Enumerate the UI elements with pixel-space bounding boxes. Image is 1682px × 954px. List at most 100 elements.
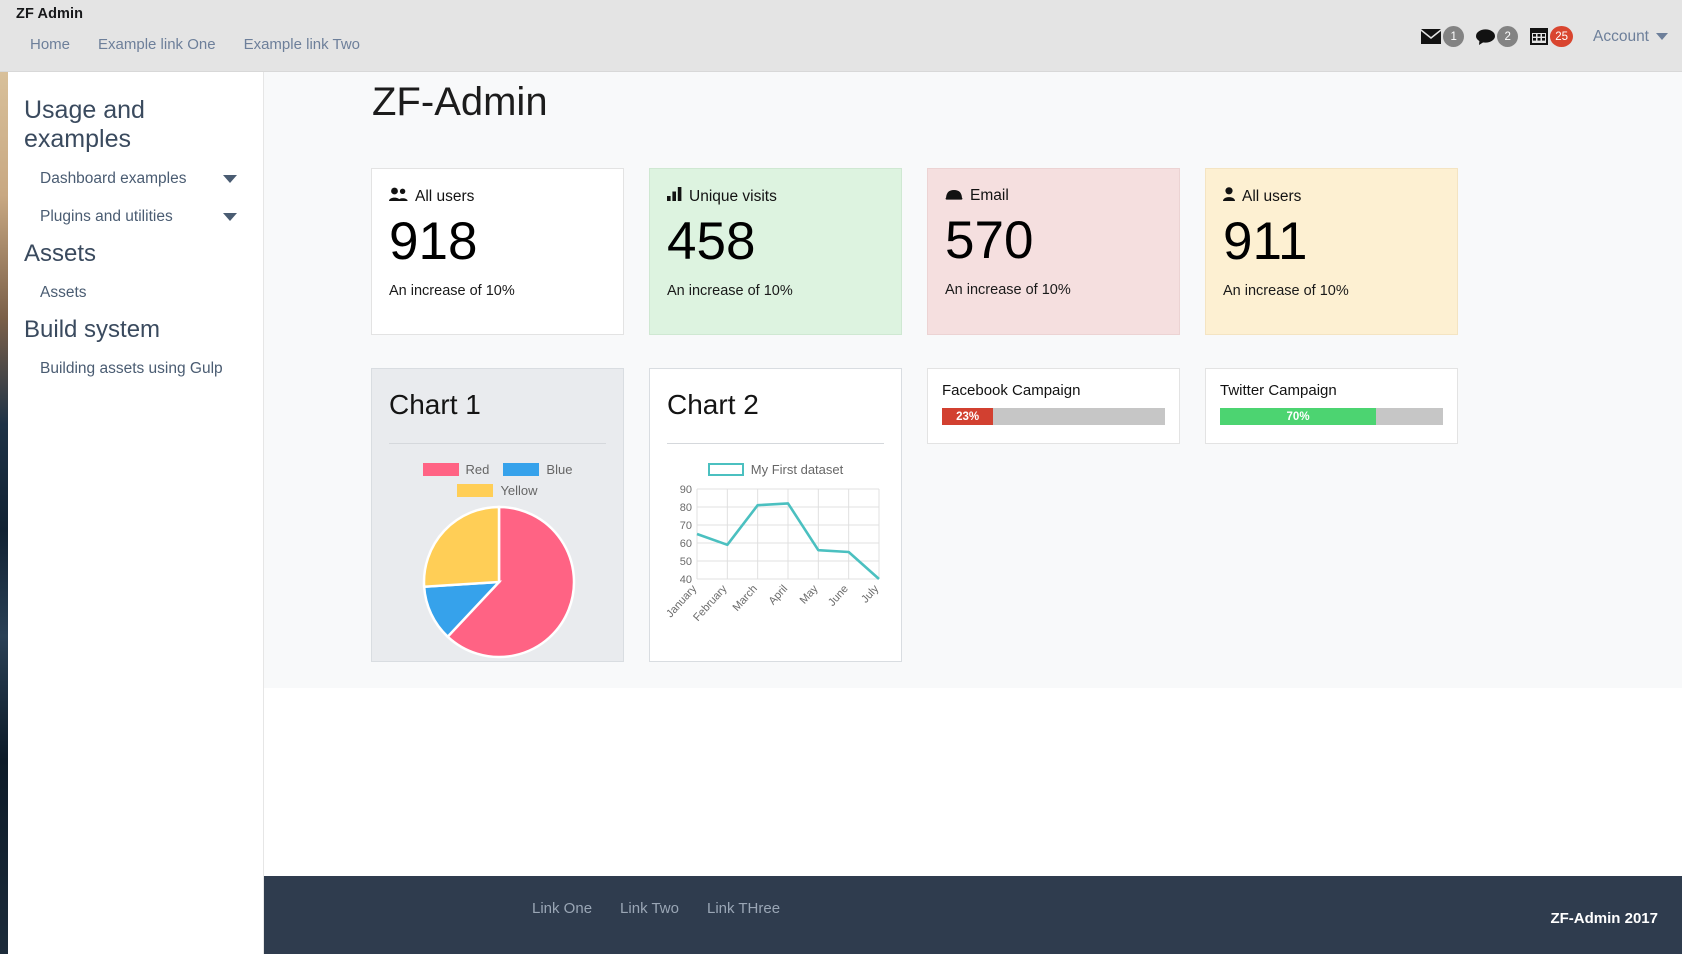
footer-links: Link One Link Two Link THree — [518, 894, 794, 923]
stat-card-title: All users — [1242, 187, 1302, 205]
sidebar-item-building-assets-gulp[interactable]: Building assets using Gulp — [8, 350, 263, 388]
top-navbar: ZF Admin Home Example link One Example l… — [0, 0, 1682, 72]
envelope-icon — [945, 187, 963, 205]
divider — [667, 443, 884, 444]
legend-item[interactable]: Yellow — [457, 483, 538, 498]
stat-card-unique-visits[interactable]: Unique visits 458 An increase of 10% — [649, 168, 902, 335]
users-icon — [389, 187, 408, 206]
nav-link-example-one[interactable]: Example link One — [84, 30, 230, 59]
left-accent-strip — [0, 72, 8, 954]
chart-1-title: Chart 1 — [389, 389, 481, 420]
stat-card-value: 911 — [1223, 212, 1308, 271]
stat-card-header: All users — [1223, 187, 1440, 206]
x-axis-tick: July — [859, 583, 881, 606]
x-axis-tick: June — [826, 583, 851, 609]
legend-label: Red — [465, 462, 490, 477]
nav-link-home[interactable]: Home — [16, 30, 84, 59]
footer: Link One Link Two Link THree ZF-Admin 20… — [264, 876, 1682, 954]
legend-label: Blue — [546, 462, 573, 477]
stat-card-header: Email — [945, 187, 1162, 205]
legend-swatch-yellow — [457, 484, 494, 497]
account-label: Account — [1592, 27, 1649, 45]
legend-label: My First dataset — [750, 462, 844, 477]
nav-link-example-two[interactable]: Example link Two — [230, 30, 374, 59]
sidebar-item-plugins-utilities[interactable]: Plugins and utilities — [8, 198, 263, 236]
page-title: ZF-Admin — [372, 80, 548, 124]
comments-indicator[interactable]: 2 — [1476, 26, 1519, 47]
chevron-down-icon — [223, 175, 237, 183]
pie-chart-canvas[interactable] — [389, 504, 609, 664]
navbar-right: 1 2 25 Account — [1421, 26, 1668, 47]
chart-2-title: Chart 2 — [667, 389, 759, 420]
bar-chart-icon — [667, 187, 682, 206]
stat-cards-row: All users 918 An increase of 10% Unique … — [371, 168, 1458, 335]
messages-indicator[interactable]: 1 — [1421, 26, 1465, 47]
campaign-cards-group-2: Twitter Campaign 70% — [1205, 368, 1458, 662]
sidebar-item-assets[interactable]: Assets — [8, 274, 263, 312]
chart-2-legend: My First dataset — [667, 462, 884, 477]
y-axis-tick: 70 — [680, 520, 692, 532]
stat-card-value: 918 — [389, 212, 478, 271]
footer-link-three[interactable]: Link THree — [693, 894, 794, 923]
legend-item[interactable]: Blue — [503, 462, 572, 477]
footer-copyright: ZF-Admin 2017 — [1550, 910, 1658, 927]
chart-card-1: Chart 1 Red Blue Yellow — [371, 368, 624, 662]
legend-label: Yellow — [500, 483, 538, 498]
divider — [389, 443, 606, 444]
footer-link-two[interactable]: Link Two — [606, 894, 693, 923]
campaign-card-facebook[interactable]: Facebook Campaign 23% — [927, 368, 1180, 444]
sidebar-item-dashboard-examples[interactable]: Dashboard examples — [8, 160, 263, 198]
sidebar-heading-assets: Assets — [24, 240, 97, 267]
stat-card-email[interactable]: Email 570 An increase of 10% — [927, 168, 1180, 335]
progress-label: 70% — [1286, 410, 1310, 423]
chevron-down-icon — [223, 213, 237, 221]
progress-bar-facebook: 23% — [942, 408, 994, 425]
mail-icon — [1421, 29, 1442, 44]
calendar-indicator[interactable]: 25 — [1530, 26, 1573, 47]
mail-badge: 1 — [1443, 26, 1465, 47]
sidebar-heading-build-system: Build system — [24, 316, 161, 343]
line-chart-canvas[interactable]: 405060708090JanuaryFebruary March April May… — [667, 481, 889, 651]
x-axis-tick: April — [767, 583, 791, 607]
x-axis-tick: May — [798, 583, 821, 607]
stat-card-all-users-secondary[interactable]: All users 911 An increase of 10% — [1205, 168, 1458, 335]
legend-swatch-red — [422, 463, 459, 476]
charts-row: Chart 1 Red Blue Yellow Chart 2 My First… — [371, 368, 1458, 662]
brand-title: ZF Admin — [16, 6, 84, 22]
sidebar-item-label: Plugins and utilities — [40, 208, 173, 225]
stat-card-title: Unique visits — [689, 187, 777, 205]
campaign-card-twitter[interactable]: Twitter Campaign 70% — [1205, 368, 1458, 444]
user-icon — [1223, 187, 1235, 206]
primary-nav: Home Example link One Example link Two — [16, 30, 374, 59]
dashboard-page: ZF Admin Home Example link One Example l… — [0, 0, 1682, 954]
y-axis-tick: 90 — [680, 484, 692, 496]
account-menu[interactable]: Account — [1593, 28, 1668, 46]
legend-item[interactable]: My First dataset — [707, 462, 844, 477]
stat-card-subtitle: An increase of 10% — [667, 282, 793, 299]
campaign-title: Facebook Campaign — [942, 382, 1081, 399]
chart-card-2: Chart 2 My First dataset 40 50 60 70 80 90 Jan… — [649, 368, 902, 662]
stat-card-title: All users — [415, 187, 475, 205]
campaign-title: Twitter Campaign — [1220, 382, 1337, 399]
chevron-down-icon — [1656, 33, 1668, 40]
sidebar: Usage and examples Dashboard examples Pl… — [8, 72, 264, 954]
progress-track[interactable]: 70% — [1220, 408, 1443, 425]
stat-card-subtitle: An increase of 10% — [945, 281, 1071, 298]
stat-card-value: 458 — [667, 212, 756, 271]
sidebar-heading-usage: Usage and examples — [24, 96, 145, 153]
progress-label: 23% — [956, 410, 980, 423]
y-axis-tick: 80 — [680, 502, 692, 514]
y-axis-tick: 60 — [680, 538, 692, 550]
pie-slice-yellow[interactable] — [422, 505, 501, 589]
stat-card-subtitle: An increase of 10% — [1223, 282, 1349, 299]
progress-track[interactable]: 23% — [942, 408, 1165, 425]
stat-card-title: Email — [970, 187, 1009, 204]
comment-badge: 2 — [1497, 26, 1519, 47]
sidebar-item-label: Dashboard examples — [40, 170, 187, 187]
calendar-badge: 25 — [1550, 26, 1573, 47]
stat-card-header: Unique visits — [667, 187, 884, 206]
x-axis-tick: February — [691, 583, 730, 624]
footer-link-one[interactable]: Link One — [518, 894, 606, 923]
legend-item[interactable]: Red — [422, 462, 490, 477]
stat-card-all-users[interactable]: All users 918 An increase of 10% — [371, 168, 624, 335]
